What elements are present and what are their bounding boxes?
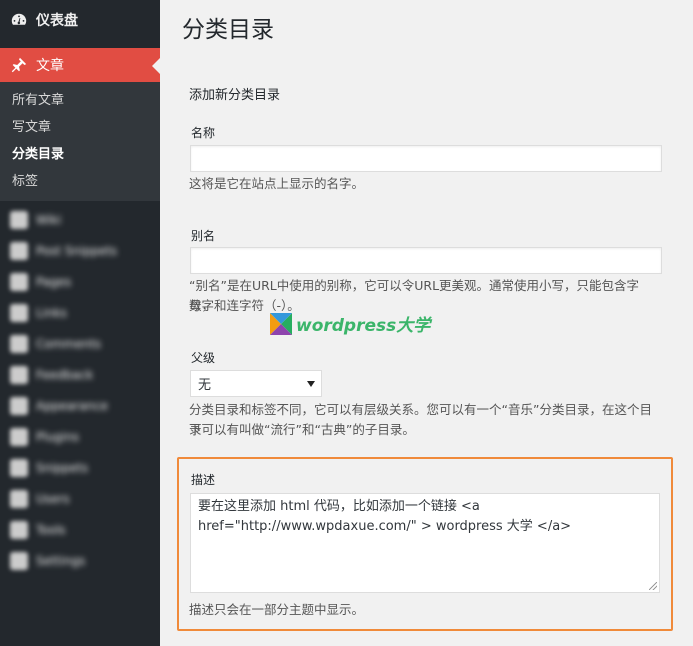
- menu-item-label: Comments: [36, 336, 102, 351]
- dashboard-icon: [11, 13, 27, 25]
- watermark-text: wordpress大学: [296, 316, 431, 336]
- menu-item-label: Wiki: [36, 212, 62, 227]
- watermark: wordpress大学: [270, 311, 430, 336]
- menu-item-blurred[interactable]: Snippets: [0, 452, 160, 483]
- name-label: 名称: [191, 126, 216, 140]
- menu-item-label: Snippets: [36, 460, 89, 475]
- menu-item-label: Post Snippets: [36, 243, 118, 258]
- menu-dashboard-label: 仪表盘: [36, 13, 78, 29]
- menu-generic-icon: [10, 551, 28, 570]
- submenu-categories[interactable]: 分类目录: [0, 141, 160, 168]
- menu-generic-icon: [10, 427, 28, 446]
- menu-generic-icon: [10, 303, 28, 322]
- menu-item-blurred[interactable]: Feedback: [0, 359, 160, 390]
- submenu-new-post[interactable]: 写文章: [0, 114, 160, 141]
- menu-item-blurred[interactable]: Links: [0, 297, 160, 328]
- menu-item-label: Feedback: [36, 367, 94, 382]
- submenu-tags[interactable]: 标签: [0, 168, 160, 195]
- pushpin-icon: [11, 57, 27, 73]
- name-description: 这将是它在站点上显示的名字。: [189, 176, 365, 191]
- menu-generic-icon: [10, 458, 28, 477]
- section-title: 添加新分类目录: [189, 88, 281, 103]
- parent-select[interactable]: 无: [190, 370, 322, 397]
- watermark-logo-icon: [270, 312, 292, 335]
- parent-select-value: 无: [198, 378, 212, 393]
- menu-dashboard[interactable]: 仪表盘: [0, 0, 160, 40]
- menu-item-label: Links: [36, 305, 67, 320]
- slug-input[interactable]: [190, 247, 662, 274]
- main-content: 分类目录 添加新分类目录 名称 这将是它在站点上显示的名字。 别名 “别名”是在…: [160, 0, 693, 646]
- page-title: 分类目录: [182, 17, 274, 43]
- parent-label: 父级: [191, 351, 216, 365]
- posts-submenu: 所有文章 写文章 分类目录 标签: [0, 82, 160, 201]
- menu-item-blurred[interactable]: Tools: [0, 514, 160, 545]
- menu-item-blurred[interactable]: Settings: [0, 545, 160, 576]
- slug-label: 别名: [191, 229, 216, 243]
- menu-generic-icon: [10, 396, 28, 415]
- menu-item-label: Pages: [36, 274, 72, 289]
- menu-item-blurred[interactable]: Plugins: [0, 421, 160, 452]
- menu-posts[interactable]: 文章: [0, 48, 160, 82]
- menu-item-label: Appearance: [36, 398, 109, 413]
- resize-handle-icon[interactable]: [649, 582, 657, 590]
- parent-description-line2: 下可以有叫做“流行”和“古典”的子目录。: [189, 422, 415, 437]
- menu-generic-icon: [10, 520, 28, 539]
- admin-sidebar: 仪表盘 文章 所有文章 写文章 分类目录 标签 Wiki Post Snippe…: [0, 0, 160, 646]
- description-textarea[interactable]: 要在这里添加 html 代码，比如添加一个链接 <a href="http://…: [190, 493, 660, 593]
- menu-posts-label: 文章: [36, 58, 64, 74]
- menu-generic-icon: [10, 334, 28, 353]
- description-text-line2: href="http://www.wpdaxue.com/" > wordpre…: [198, 519, 572, 534]
- menu-item-label: Plugins: [36, 429, 79, 444]
- description-label: 描述: [191, 473, 216, 487]
- menu-generic-icon: [10, 241, 28, 260]
- menu-item-label: Tools: [36, 522, 66, 537]
- blurred-menu-list: Wiki Post Snippets Pages Links Comments …: [0, 201, 160, 576]
- menu-item-blurred[interactable]: Appearance: [0, 390, 160, 421]
- menu-item-blurred[interactable]: Comments: [0, 328, 160, 359]
- menu-item-label: Users: [36, 491, 70, 506]
- menu-generic-icon: [10, 272, 28, 291]
- menu-generic-icon: [10, 365, 28, 384]
- menu-item-blurred[interactable]: Users: [0, 483, 160, 514]
- name-input[interactable]: [190, 145, 662, 172]
- description-help: 描述只会在一部分主题中显示。: [189, 602, 365, 617]
- menu-generic-icon: [10, 210, 28, 229]
- dropdown-arrow-icon: [307, 380, 315, 387]
- menu-generic-icon: [10, 489, 28, 508]
- submenu-all-posts[interactable]: 所有文章: [0, 87, 160, 114]
- menu-item-blurred[interactable]: Post Snippets: [0, 235, 160, 266]
- menu-item-blurred[interactable]: Wiki: [0, 204, 160, 235]
- description-text-line1: 要在这里添加 html 代码，比如添加一个链接 <a: [198, 499, 480, 514]
- menu-item-label: Settings: [36, 553, 86, 568]
- menu-item-blurred[interactable]: Pages: [0, 266, 160, 297]
